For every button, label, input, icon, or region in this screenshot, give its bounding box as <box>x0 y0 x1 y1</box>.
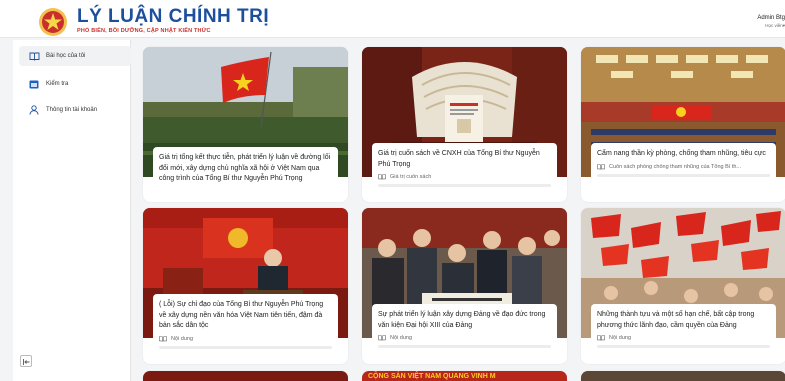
card-category: Giá trị cuốn sách <box>378 174 551 180</box>
card-body: Những thành tựu và một số hạn chế, bất c… <box>591 304 776 354</box>
brand[interactable]: LÝ LUẬN CHÍNH TRỊ PHỔ BIẾN, BỒI DƯỠNG, C… <box>77 6 269 34</box>
site-subtitle: PHỔ BIẾN, BỒI DƯỠNG, CẬP NHẬT KIẾN THỨC <box>77 28 211 34</box>
card-body: Sự phát triển lý luận xây dựng Đảng về đ… <box>372 304 557 354</box>
user-name: Admin Btg <box>757 15 785 21</box>
lesson-card-2[interactable]: Giá trị cuốn sách về CNXH của Tổng Bí th… <box>362 47 567 202</box>
sidebar-item-label: Kiểm tra <box>46 81 69 87</box>
sidebar-item-label: Thông tin tài khoản <box>46 107 98 113</box>
sidebar-item-tests[interactable]: Kiểm tra <box>19 74 131 94</box>
book-icon <box>597 335 605 341</box>
book-icon <box>28 50 40 62</box>
top-bar: LÝ LUẬN CHÍNH TRỊ PHỔ BIẾN, BỒI DƯỠNG, C… <box>0 0 785 38</box>
user-role-dropdown[interactable]: Học viên▾ <box>725 23 785 29</box>
user-menu[interactable]: Admin Btg Học viên▾ <box>725 15 785 29</box>
lesson-card-6[interactable]: Những thành tựu và một số hạn chế, bất c… <box>581 208 785 364</box>
calendar-icon <box>28 78 40 90</box>
progress-bar <box>378 184 551 187</box>
lesson-card-1[interactable]: Giá trị tổng kết thực tiễn, phát triển l… <box>143 47 348 202</box>
book-icon <box>597 163 605 170</box>
lesson-card-7-partial[interactable] <box>143 371 348 381</box>
card-title: ( Lỗi) Sự chỉ đạo của Tổng Bí thư Nguyễn… <box>159 301 324 329</box>
card-category-label: Nội dung <box>609 335 632 341</box>
card-category: Nội dung <box>159 336 332 342</box>
sidebar-item-account-info[interactable]: Thông tin tài khoản <box>19 100 131 120</box>
party-emblem-logo[interactable] <box>38 7 68 37</box>
card-body: Giá trị cuốn sách về CNXH của Tổng Bí th… <box>372 143 557 193</box>
card-body: ( Lỗi) Sự chỉ đạo của Tổng Bí thư Nguyễn… <box>153 294 338 355</box>
card-title: Những thành tựu và một số hạn chế, bất c… <box>597 311 755 329</box>
sidebar-item-label: Bài học của tôi <box>46 53 86 59</box>
card-category: Nội dung <box>378 335 551 341</box>
site-title: LÝ LUẬN CHÍNH TRỊ <box>77 6 270 27</box>
card-category-label: Nội dung <box>390 335 413 341</box>
card-title: Giá trị tổng kết thực tiễn, phát triển l… <box>159 154 331 182</box>
collapse-sidebar-button[interactable] <box>20 355 32 367</box>
card-title: Sự phát triển lý luận xây dựng Đảng về đ… <box>378 311 546 329</box>
lesson-card-8-partial[interactable]: CỘNG SẢN VIỆT NAM QUANG VINH M <box>362 371 567 381</box>
sidebar-item-my-lessons[interactable]: Bài học của tôi <box>19 46 131 66</box>
sidebar: Bài học của tôi Kiểm tra Thông tin tài k… <box>13 40 131 381</box>
progress-bar <box>597 173 770 177</box>
book-icon <box>159 335 167 342</box>
progress-bar <box>159 345 332 349</box>
card-category: Nội dung <box>597 335 770 341</box>
card-category: Cuốn sách phòng chống tham nhũng của Tổn… <box>597 164 770 170</box>
lesson-card-3[interactable]: Cẩm nang thần kỳ phòng, chống tham nhũng… <box>581 47 785 202</box>
collapse-icon <box>22 352 30 370</box>
card-category-label: Giá trị cuốn sách <box>390 174 432 180</box>
book-icon <box>378 335 386 341</box>
book-icon <box>378 174 386 180</box>
progress-bar <box>378 345 551 348</box>
card-title: Giá trị cuốn sách về CNXH của Tổng Bí th… <box>378 150 540 168</box>
user-icon <box>28 104 40 116</box>
partial-banner-text: CỘNG SẢN VIỆT NAM QUANG VINH M <box>368 373 496 380</box>
card-category-label: Cuốn sách phòng chống tham nhũng của Tổn… <box>609 163 741 170</box>
lesson-card-9-partial[interactable] <box>581 371 785 381</box>
lesson-card-4[interactable]: ( Lỗi) Sự chỉ đạo của Tổng Bí thư Nguyễn… <box>143 208 348 364</box>
card-body: Cẩm nang thần kỳ phòng, chống tham nhũng… <box>591 143 776 183</box>
lesson-card-5[interactable]: Sự phát triển lý luận xây dựng Đảng về đ… <box>362 208 567 364</box>
card-body: Giá trị tổng kết thực tiễn, phát triển l… <box>153 147 338 191</box>
progress-bar <box>597 345 770 348</box>
card-category-label: Nội dung <box>171 335 194 342</box>
card-title: Cẩm nang thần kỳ phòng, chống tham nhũng… <box>597 150 766 157</box>
